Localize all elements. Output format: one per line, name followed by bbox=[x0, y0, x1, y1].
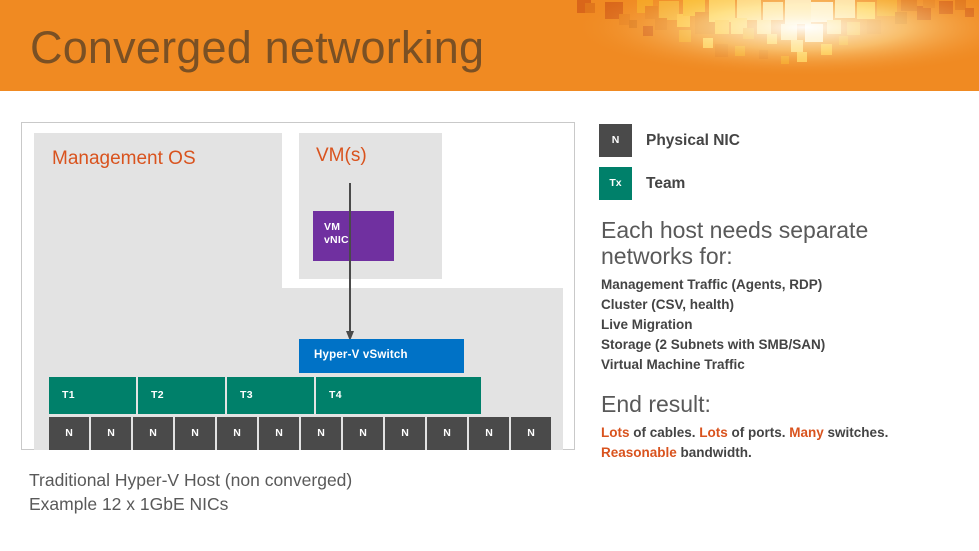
management-os-panel: Management OS bbox=[34, 133, 282, 288]
needs-heading-line2: networks for: bbox=[601, 243, 733, 269]
needs-list-item: Virtual Machine Traffic bbox=[601, 357, 745, 372]
physical-nic-box: N bbox=[259, 417, 299, 450]
physical-nic-box: N bbox=[427, 417, 467, 450]
physical-nic-box: N bbox=[385, 417, 425, 450]
needs-list-item: Cluster (CSV, health) bbox=[601, 297, 735, 312]
hyperv-vswitch-label: Hyper-V vSwitch bbox=[314, 349, 408, 361]
end-result-hl2: Lots bbox=[699, 425, 728, 440]
legend-physical-nic-chip: N bbox=[599, 124, 632, 157]
physical-nic-box: N bbox=[301, 417, 341, 450]
vms-panel: VM(s) VM vNIC bbox=[299, 133, 442, 279]
physical-nic-box: N bbox=[217, 417, 257, 450]
physical-nic-label: N bbox=[275, 427, 283, 439]
physical-nic-label: N bbox=[359, 427, 367, 439]
physical-nic-label: N bbox=[527, 427, 535, 439]
legend-chip-label: Tx bbox=[609, 177, 622, 189]
end-result-t1: of cables. bbox=[629, 425, 700, 440]
team-box-label: T3 bbox=[240, 389, 253, 401]
physical-nic-box: N bbox=[91, 417, 131, 450]
diagram-caption-line2: Example 12 x 1GbE NICs bbox=[29, 494, 229, 514]
physical-nic-label: N bbox=[65, 427, 73, 439]
end-result-hl3: Many bbox=[789, 425, 824, 440]
needs-list-item: Storage (2 Subnets with SMB/SAN) bbox=[601, 337, 826, 352]
team-box: T4 bbox=[316, 377, 481, 414]
legend-row: Tx Team bbox=[599, 167, 929, 200]
slide-header-band: Converged networking bbox=[0, 0, 979, 91]
legend-row: N Physical NIC bbox=[599, 124, 929, 157]
physical-nic-box: N bbox=[133, 417, 173, 450]
end-result-t2: of ports. bbox=[727, 425, 790, 440]
physical-nic-box: N bbox=[469, 417, 509, 450]
physical-nic-label: N bbox=[317, 427, 325, 439]
team-box-label: T1 bbox=[62, 389, 75, 401]
needs-heading-line1: Each host needs separate bbox=[601, 217, 869, 243]
physical-nic-label: N bbox=[107, 427, 115, 439]
physical-nic-label: N bbox=[443, 427, 451, 439]
end-result-body: Lots of cables. Lots of ports. Many swit… bbox=[601, 423, 941, 463]
end-result-t3: switches. bbox=[823, 425, 889, 440]
vnic-to-vswitch-arrow-icon bbox=[346, 183, 354, 341]
needs-list: Management Traffic (Agents, RDP) Cluster … bbox=[601, 275, 941, 375]
decorative-mosaic-icon bbox=[559, 0, 979, 91]
page-title: Converged networking bbox=[30, 22, 485, 73]
end-result-hl4: Reasonable bbox=[601, 445, 677, 460]
physical-nic-label: N bbox=[233, 427, 241, 439]
needs-list-item: Management Traffic (Agents, RDP) bbox=[601, 277, 823, 292]
teams-row: T1 T2 T3 T4 bbox=[49, 377, 481, 414]
legend-team-chip: Tx bbox=[599, 167, 632, 200]
physical-nic-label: N bbox=[149, 427, 157, 439]
needs-list-item: Live Migration bbox=[601, 317, 693, 332]
slide-canvas: Converged networking Management OS VM(s)… bbox=[0, 0, 979, 551]
physical-nic-box: N bbox=[343, 417, 383, 450]
needs-heading: Each host needs separate networks for: bbox=[601, 217, 931, 269]
team-box-label: T4 bbox=[329, 389, 342, 401]
physical-nic-label: N bbox=[401, 427, 409, 439]
legend-item-label: Physical NIC bbox=[646, 131, 740, 149]
legend: N Physical NIC Tx Team bbox=[599, 124, 929, 210]
physical-nic-label: N bbox=[485, 427, 493, 439]
physical-nic-label: N bbox=[191, 427, 199, 439]
hyperv-vswitch-box: Hyper-V vSwitch bbox=[299, 339, 464, 373]
physical-nic-box: N bbox=[175, 417, 215, 450]
nic-row: NNNNNNNNNNNN bbox=[49, 417, 551, 450]
physical-nic-box: N bbox=[511, 417, 551, 450]
diagram-caption-line1: Traditional Hyper-V Host (non converged) bbox=[29, 470, 353, 490]
end-result-heading: End result: bbox=[601, 391, 711, 417]
team-box-label: T2 bbox=[151, 389, 164, 401]
physical-nic-box: N bbox=[49, 417, 89, 450]
team-box: T1 bbox=[49, 377, 136, 414]
vms-label: VM(s) bbox=[316, 145, 367, 166]
end-result-t4: bandwidth. bbox=[676, 445, 752, 460]
team-box: T3 bbox=[227, 377, 314, 414]
legend-chip-label: N bbox=[611, 134, 620, 146]
legend-item-label: Team bbox=[646, 174, 686, 192]
end-result-hl1: Lots bbox=[601, 425, 630, 440]
management-os-label: Management OS bbox=[52, 148, 196, 169]
team-box: T2 bbox=[138, 377, 225, 414]
diagram-caption: Traditional Hyper-V Host (non converged)… bbox=[29, 468, 352, 516]
